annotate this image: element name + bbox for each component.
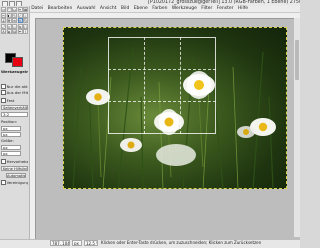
gradient-icon[interactable]: ▤ xyxy=(12,29,17,34)
tool-grid: ▭ ◯ ᔕ ✶ ▦ ✂ ◐ ✎ ⁄ ⌕ ∠ ✥ ≡ ⌗ ↻ ⤢ ▱ ⏢ ⇋ ⬡ … xyxy=(1,7,28,34)
size-h-input[interactable]: px xyxy=(1,151,21,156)
pointer-coordinates: 787, 1047 xyxy=(50,240,70,246)
menu-bar: Datei Bearbeiten Auswahl Ansicht Bild Eb… xyxy=(29,6,300,13)
ellipse-select-icon[interactable]: ◯ xyxy=(6,7,12,12)
vertical-scrollbar-thumb[interactable] xyxy=(295,40,299,80)
scale-icon[interactable]: ⤢ xyxy=(1,23,6,29)
zoom-icon[interactable]: ⌕ xyxy=(23,12,28,18)
layer-boundary xyxy=(63,27,287,189)
size-w-input[interactable]: px xyxy=(1,145,21,150)
autoshrink-button[interactable]: Automatisch schrumpfen xyxy=(6,173,26,178)
color-select-icon[interactable]: ▦ xyxy=(23,7,28,12)
menu-layer[interactable]: Ebene xyxy=(132,6,150,12)
align-icon[interactable]: ≡ xyxy=(12,18,17,23)
menu-image[interactable]: Bild xyxy=(119,6,132,12)
menu-file[interactable]: Datei xyxy=(29,6,45,12)
horizontal-ruler[interactable] xyxy=(30,13,300,19)
crop-icon[interactable]: ⌗ xyxy=(17,18,23,23)
perspective-icon[interactable]: ⏢ xyxy=(12,23,17,29)
fixed-checkbox[interactable]: Fest xyxy=(1,98,28,103)
vertical-ruler[interactable] xyxy=(30,18,36,239)
flip-icon[interactable]: ⇋ xyxy=(17,23,23,29)
scissors-icon[interactable]: ✂ xyxy=(1,12,6,18)
menu-view[interactable]: Ansicht xyxy=(98,6,119,12)
menu-windows[interactable]: Fenster xyxy=(215,6,236,12)
toolbox: ▭ ◯ ᔕ ✶ ▦ ✂ ◐ ✎ ⁄ ⌕ ∠ ✥ ≡ ⌗ ↻ ⤢ ▱ ⏢ ⇋ ⬡ … xyxy=(0,6,30,239)
expand-center-checkbox[interactable]: Aus der Mitte aufziehen xyxy=(1,90,28,95)
free-select-icon[interactable]: ᔕ xyxy=(12,7,17,12)
pencil-icon[interactable]: ✏ xyxy=(17,29,23,34)
shear-icon[interactable]: ▱ xyxy=(6,23,12,29)
color-picker-icon[interactable]: ⁄ xyxy=(17,12,23,18)
menu-colors[interactable]: Farben xyxy=(150,6,170,12)
status-message: Klicken oder Enter-Taste drücken, um zuz… xyxy=(101,240,262,245)
position-y-input[interactable]: px xyxy=(1,132,21,137)
fuzzy-select-icon[interactable]: ✶ xyxy=(17,7,23,12)
move-icon[interactable]: ✥ xyxy=(6,18,12,23)
highlight-checkbox[interactable]: Hervorheben xyxy=(1,159,28,164)
rotate-icon[interactable]: ↻ xyxy=(23,18,28,23)
zoom-select[interactable]: 12,5 % xyxy=(84,240,98,246)
foreground-select-icon[interactable]: ◐ xyxy=(6,12,12,18)
cage-icon[interactable]: ⬡ xyxy=(23,23,28,29)
bucket-fill-icon[interactable]: ◈ xyxy=(6,29,12,34)
current-layer-checkbox[interactable]: Nur die aktive Ebene xyxy=(1,84,28,89)
size-label: Größe: xyxy=(1,139,14,143)
menu-tools[interactable]: Werkzeuge xyxy=(170,6,199,12)
fixed-mode-select[interactable]: Seitenverhältnis xyxy=(1,105,28,110)
menu-filters[interactable]: Filter xyxy=(199,6,215,12)
guides-select[interactable]: Keine Hilfslinien xyxy=(1,166,28,171)
measure-icon[interactable]: ∠ xyxy=(1,18,6,23)
tool-options-header: Werkzeugeinstellungen xyxy=(1,70,28,74)
menu-select[interactable]: Auswahl xyxy=(75,6,98,12)
shrink-merged-checkbox[interactable]: Vereinigung einbeziehen xyxy=(1,180,28,185)
menu-edit[interactable]: Bearbeiten xyxy=(45,6,74,12)
units-select[interactable]: px xyxy=(72,240,82,246)
text-icon[interactable]: A xyxy=(1,29,6,34)
rect-select-icon[interactable]: ▭ xyxy=(1,7,6,12)
background-color-swatch[interactable] xyxy=(12,57,23,67)
paintbrush-icon[interactable]: ⌇ xyxy=(23,29,28,34)
paths-icon[interactable]: ✎ xyxy=(12,12,17,18)
ratio-input[interactable]: 3:2 xyxy=(1,112,28,117)
position-label: Position: xyxy=(1,120,18,124)
position-x-input[interactable]: px xyxy=(1,126,21,131)
menu-help[interactable]: Hilfe xyxy=(236,6,251,12)
